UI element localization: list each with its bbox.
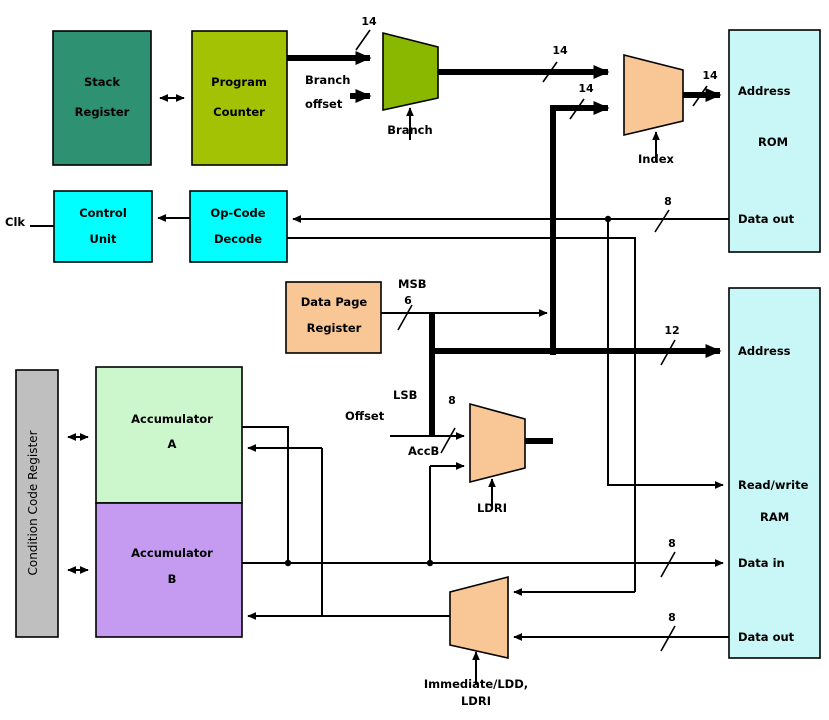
junction-data-in-accb bbox=[426, 559, 434, 567]
block-control-unit[interactable]: Control Unit bbox=[53, 190, 153, 263]
bus-width-ram-data-out: 8 bbox=[660, 611, 676, 652]
block-opcode-decode[interactable]: Op-Code Decode bbox=[189, 190, 288, 263]
block-data-page-register[interactable]: Data Page Register bbox=[285, 281, 382, 354]
accumulator-b-label-line2: B bbox=[168, 572, 177, 586]
accumulator-a-label-line1: Accumulator bbox=[131, 412, 213, 426]
accumulator-b-box[interactable] bbox=[95, 502, 243, 638]
signal-branch-offset-line1: Branch bbox=[305, 73, 350, 87]
accumulator-a-label-line2: A bbox=[168, 437, 177, 451]
accumulator-a-box[interactable] bbox=[95, 366, 243, 504]
bus-width-bus-to-index: 14 bbox=[569, 82, 594, 120]
bus-width-offset-lsb: 8 bbox=[440, 394, 456, 454]
block-program-counter[interactable]: Program Counter bbox=[191, 30, 288, 166]
bus-width-index-to-rom-value: 14 bbox=[702, 69, 718, 82]
branch-mux-shape[interactable] bbox=[382, 31, 439, 111]
opcode-decode-label-line2: Decode bbox=[214, 232, 262, 246]
block-stack-register[interactable]: Stack Register bbox=[52, 30, 152, 166]
signal-clk-label: Clk bbox=[5, 215, 25, 229]
ram-port-data-in-label: Data in bbox=[738, 556, 785, 570]
ram-port-read-write-label: Read/write bbox=[738, 478, 809, 492]
program-counter-box[interactable] bbox=[191, 30, 288, 166]
ram-port-data-out-label: Data out bbox=[738, 630, 795, 644]
bus-width-bus-to-index-value: 14 bbox=[578, 82, 594, 95]
bus-width-branch-to-index-value: 14 bbox=[552, 44, 568, 57]
immediate-mux-label-line1: Immediate/LDD, bbox=[424, 677, 528, 691]
ram-port-address-label: Address bbox=[738, 344, 791, 358]
branch-mux-label: Branch bbox=[387, 123, 432, 137]
bus-width-ram-address: 12 bbox=[660, 324, 680, 366]
bus-width-offset-lsb-value: 8 bbox=[448, 394, 456, 407]
mux-branch[interactable]: Branch bbox=[382, 31, 439, 140]
bus-width-index-to-rom: 14 bbox=[692, 69, 718, 107]
bus-width-dpr-msb-value: 6 bbox=[404, 294, 412, 307]
ldri-mux-shape[interactable] bbox=[469, 402, 526, 484]
program-counter-label-line2: Counter bbox=[213, 105, 265, 119]
bus-width-pc-to-branch-value: 14 bbox=[361, 15, 377, 28]
cpu-block-diagram: Stack Register Program Counter Control U… bbox=[5, 15, 821, 708]
block-condition-code-register[interactable]: Condition Code Register bbox=[15, 369, 59, 638]
bus-width-ram-data-out-value: 8 bbox=[668, 611, 676, 624]
opcode-decode-box[interactable] bbox=[189, 190, 288, 263]
stack-register-box[interactable] bbox=[52, 30, 152, 166]
mux-index[interactable]: Index bbox=[623, 53, 684, 166]
ram-name-label: RAM bbox=[760, 510, 789, 524]
stack-register-label-line2: Register bbox=[75, 105, 130, 119]
bus-width-ram-data-in: 8 bbox=[660, 537, 676, 578]
bus-width-ram-data-in-value: 8 bbox=[668, 537, 676, 550]
control-unit-label-line1: Control bbox=[79, 206, 127, 220]
bus-width-rom-data-out-value: 8 bbox=[664, 195, 672, 208]
signal-accb-label: AccB bbox=[408, 444, 439, 458]
ldri-mux-label: LDRI bbox=[477, 501, 507, 515]
rom-port-data-out-label: Data out bbox=[738, 212, 795, 226]
immediate-mux-label-line2: LDRI bbox=[461, 694, 491, 708]
opcode-decode-label-line1: Op-Code bbox=[210, 206, 265, 220]
bus-width-branch-to-index: 14 bbox=[542, 44, 568, 83]
rom-port-address-label: Address bbox=[738, 84, 791, 98]
index-mux-label: Index bbox=[638, 152, 674, 166]
signal-offset-label: Offset bbox=[345, 409, 385, 423]
control-unit-label-line2: Unit bbox=[90, 232, 117, 246]
block-ram[interactable]: Address Read/write RAM Data in Data out bbox=[728, 287, 821, 659]
stack-register-label-line1: Stack bbox=[84, 75, 120, 89]
block-rom[interactable]: Address ROM Data out bbox=[728, 29, 821, 253]
block-accumulator-b[interactable]: Accumulator B bbox=[95, 502, 243, 638]
mux-immediate[interactable]: Immediate/LDD, LDRI bbox=[424, 575, 528, 708]
index-mux-shape[interactable] bbox=[623, 53, 684, 137]
data-page-register-label-line1: Data Page bbox=[301, 295, 368, 309]
bus-central-vertical-to-index-mux bbox=[550, 101, 610, 355]
signal-branch-offset-line2: offset bbox=[305, 97, 343, 111]
condition-code-register-label: Condition Code Register bbox=[26, 430, 40, 575]
immediate-mux-shape[interactable] bbox=[449, 575, 509, 659]
data-page-register-label-line2: Register bbox=[307, 321, 362, 335]
signal-msb-label: MSB bbox=[398, 277, 427, 291]
signal-lsb-label: LSB bbox=[393, 388, 417, 402]
data-page-register-box[interactable] bbox=[285, 281, 382, 354]
bus-width-ram-address-value: 12 bbox=[664, 324, 679, 337]
mux-ldri[interactable]: LDRI bbox=[469, 402, 526, 515]
bus-width-rom-data-out: 8 bbox=[654, 195, 672, 233]
rom-name-label: ROM bbox=[758, 135, 788, 149]
block-accumulator-a[interactable]: Accumulator A bbox=[95, 366, 243, 504]
accumulator-b-label-line1: Accumulator bbox=[131, 546, 213, 560]
control-unit-box[interactable] bbox=[53, 190, 153, 263]
program-counter-label-line1: Program bbox=[211, 75, 267, 89]
bus-width-pc-to-branch: 14 bbox=[355, 15, 377, 51]
